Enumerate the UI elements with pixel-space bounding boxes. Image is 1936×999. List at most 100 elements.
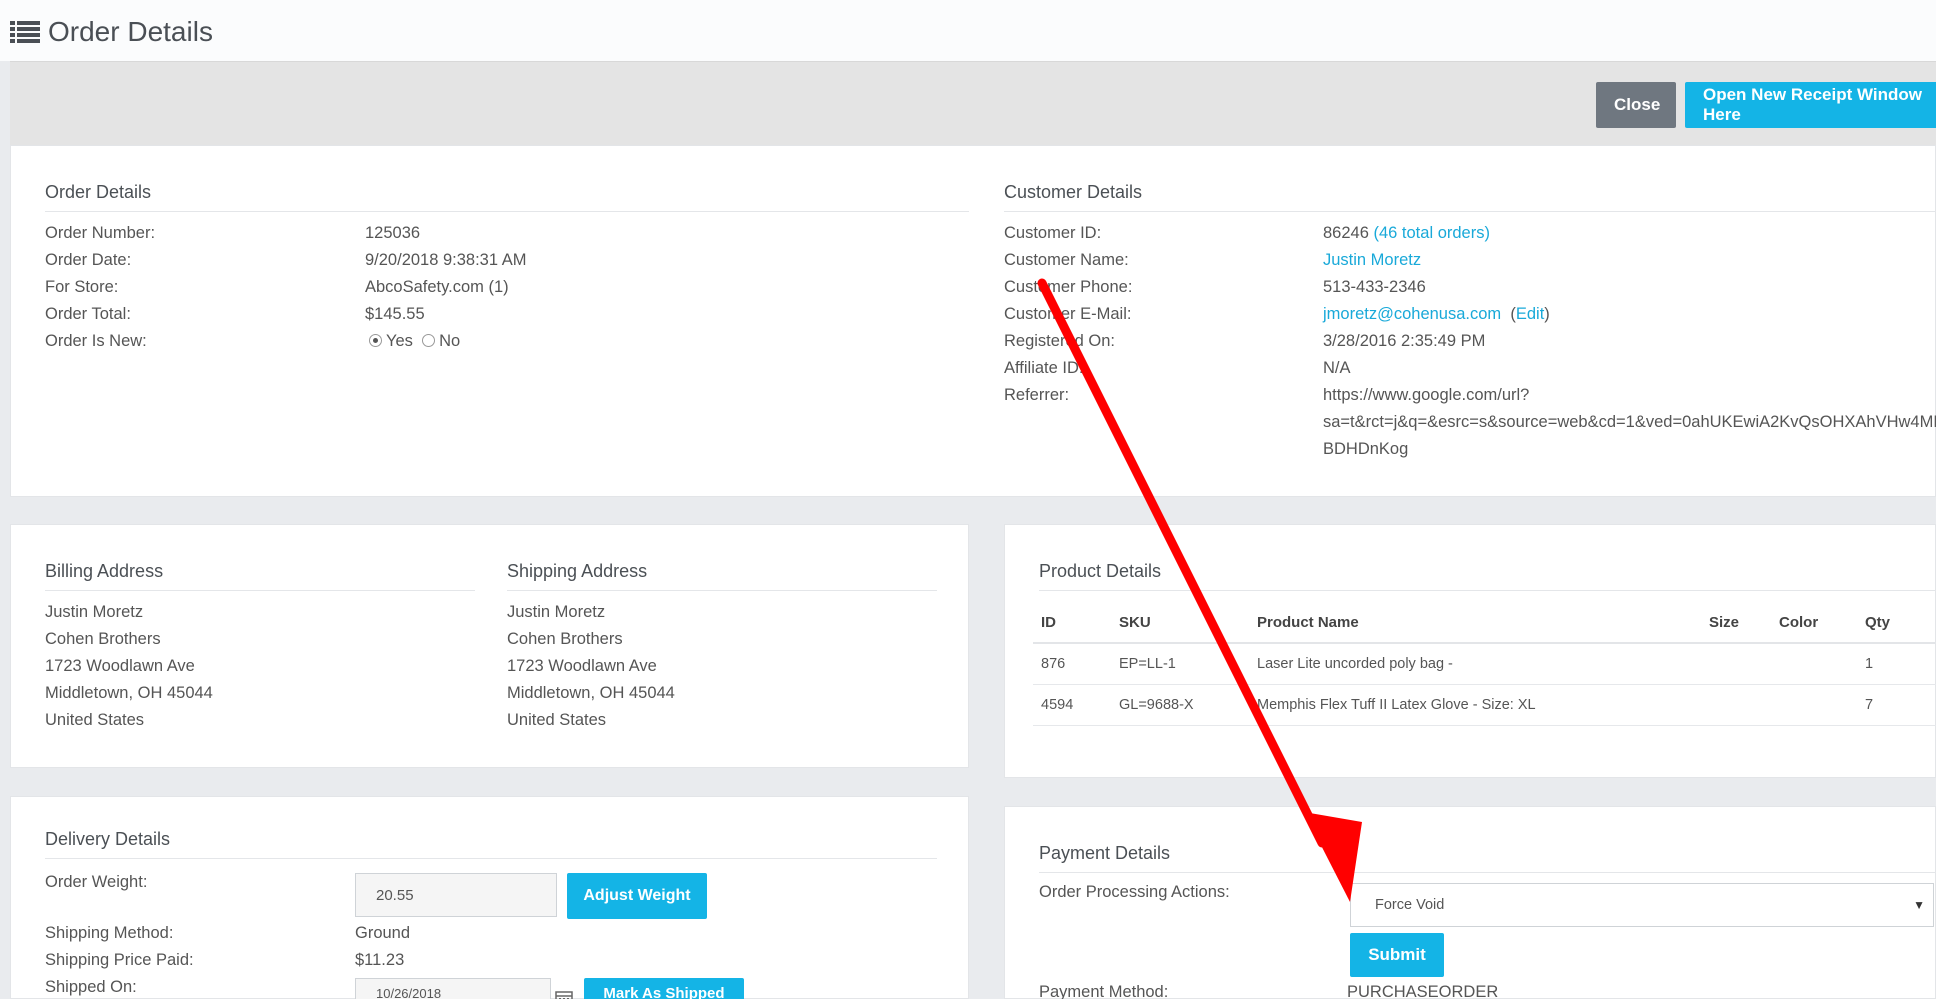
order-is-new-label: Order Is New: [45, 332, 147, 350]
column-header-product-name: Product Name [1249, 603, 1701, 644]
order-is-new-radios: Yes No [369, 332, 460, 351]
shipping-line: Middletown, OH 45044 [507, 684, 675, 702]
affiliate-id-label: Affiliate ID: [1004, 359, 1084, 377]
customer-id-label: Customer ID: [1004, 224, 1102, 242]
payment-method-label: Payment Method: [1039, 983, 1169, 999]
close-button[interactable]: Close [1596, 82, 1676, 128]
top-bar: Order Details [0, 0, 1936, 61]
order-number-label: Order Number: [45, 224, 156, 242]
cell-sku: GL=9688-X [1111, 684, 1249, 726]
order-number-value: 125036 [365, 224, 421, 242]
mark-as-shipped-button[interactable]: Mark As Shipped [584, 978, 744, 999]
customer-email-label: Customer E-Mail: [1004, 305, 1132, 323]
chevron-down-icon: ▼ [1913, 898, 1925, 912]
column-header-id: ID [1033, 603, 1111, 644]
customer-name-label: Customer Name: [1004, 251, 1129, 269]
customer-id-value: 86246 (46 total orders) [1323, 224, 1490, 243]
customer-name-link[interactable]: Justin Moretz [1323, 251, 1421, 270]
referrer-line-2: sa=t&rct=j&q=&esrc=s&source=web&cd=1&ved… [1323, 413, 1936, 431]
order-total-value: $145.55 [365, 305, 425, 323]
referrer-line-1: https://www.google.com/url? [1323, 386, 1530, 404]
billing-line: Cohen Brothers [45, 630, 161, 648]
customer-phone-value: 513-433-2346 [1323, 278, 1426, 296]
order-weight-label: Order Weight: [45, 873, 148, 891]
submit-button[interactable]: Submit [1350, 933, 1444, 977]
cell-size [1701, 684, 1771, 726]
cell-id: 4594 [1033, 684, 1111, 726]
order-date-label: Order Date: [45, 251, 132, 269]
delivery-panel: Delivery Details Order Weight: Adjust We… [10, 796, 969, 999]
order-processing-actions-label: Order Processing Actions: [1039, 883, 1230, 901]
table-header-row: ID SKU Product Name Size Color Qty [1033, 603, 1936, 644]
order-date-value: 9/20/2018 9:38:31 AM [365, 251, 527, 269]
product-panel: Product Details ID SKU Product Name Size… [1004, 524, 1936, 778]
shipped-on-label: Shipped On: [45, 978, 137, 996]
no-radio[interactable] [422, 334, 436, 347]
customer-details-title: Customer Details [1004, 182, 1936, 212]
billing-line: United States [45, 711, 145, 729]
cell-color [1771, 643, 1857, 685]
action-bar: Close Open New Receipt Window Here [10, 61, 1936, 145]
affiliate-id-value: N/A [1323, 359, 1351, 377]
cell-color [1771, 684, 1857, 726]
edit-email-link[interactable]: Edit [1516, 305, 1544, 323]
shipping-line: Justin Moretz [507, 603, 606, 621]
payment-method-value: PURCHASEORDER [1347, 983, 1499, 999]
no-label: No [439, 332, 461, 350]
customer-email-link[interactable]: jmoretz@cohenusa.com [1323, 305, 1501, 323]
order-details-title: Order Details [45, 182, 969, 212]
column-header-sku: SKU [1111, 603, 1249, 644]
shipping-method-value: Ground [355, 924, 411, 942]
list-icon [10, 21, 40, 43]
address-panel: Billing Address Justin Moretz Cohen Brot… [10, 524, 969, 768]
for-store-value: AbcoSafety.com (1) [365, 278, 509, 296]
payment-panel: Payment Details Order Processing Actions… [1004, 806, 1936, 999]
selected-action: Force Void [1375, 897, 1445, 913]
column-header-size: Size [1701, 603, 1771, 644]
table-row: 876 EP=LL-1 Laser Lite uncorded poly bag… [1033, 643, 1936, 685]
shipped-on-input[interactable] [355, 978, 551, 999]
shipping-line: United States [507, 711, 607, 729]
edit-close-paren: ) [1544, 305, 1550, 323]
customer-id-number: 86246 [1323, 224, 1369, 242]
registered-on-label: Registered On: [1004, 332, 1115, 350]
customer-phone-label: Customer Phone: [1004, 278, 1133, 296]
order-weight-input[interactable] [355, 873, 557, 917]
page-title: Order Details [10, 14, 213, 50]
cell-product-name: Laser Lite uncorded poly bag - [1249, 643, 1701, 685]
shipping-address-title: Shipping Address [507, 561, 937, 591]
total-orders-link[interactable]: (46 total orders) [1373, 224, 1489, 242]
shipping-line: Cohen Brothers [507, 630, 623, 648]
shipping-method-label: Shipping Method: [45, 924, 174, 942]
cell-id: 876 [1033, 643, 1111, 685]
order-total-label: Order Total: [45, 305, 131, 323]
table-row: 4594 GL=9688-X Memphis Flex Tuff II Late… [1033, 684, 1936, 726]
billing-line: Justin Moretz [45, 603, 144, 621]
cell-product-name: Memphis Flex Tuff II Latex Glove - Size:… [1249, 684, 1701, 726]
billing-line: Middletown, OH 45044 [45, 684, 213, 702]
yes-radio[interactable] [369, 334, 382, 347]
for-store-label: For Store: [45, 278, 119, 296]
billing-line: 1723 Woodlawn Ave [45, 657, 195, 675]
column-header-color: Color [1771, 603, 1857, 644]
referrer-label: Referrer: [1004, 386, 1070, 404]
billing-address-title: Billing Address [45, 561, 475, 591]
cell-sku: EP=LL-1 [1111, 643, 1249, 685]
page-title-text: Order Details [48, 16, 213, 47]
open-receipt-button[interactable]: Open New Receipt Window Here [1685, 82, 1936, 128]
order-processing-actions-select[interactable]: Force Void ▼ [1350, 883, 1934, 927]
product-details-title: Product Details [1039, 561, 1936, 591]
adjust-weight-button[interactable]: Adjust Weight [567, 873, 707, 919]
cell-qty: 1 [1857, 643, 1936, 685]
column-header-qty: Qty [1857, 603, 1936, 644]
registered-on-value: 3/28/2016 2:35:49 PM [1323, 332, 1486, 350]
delivery-details-title: Delivery Details [45, 829, 937, 859]
customer-email-value: jmoretz@cohenusa.com (Edit) [1323, 305, 1550, 324]
shipping-price-value: $11.23 [355, 951, 405, 969]
shipping-price-label: Shipping Price Paid: [45, 951, 194, 969]
calendar-icon[interactable] [555, 990, 573, 999]
yes-label: Yes [386, 332, 413, 350]
cell-qty: 7 [1857, 684, 1936, 726]
order-customer-panel: Order Details Order Number: 125036 Order… [10, 145, 1936, 497]
shipping-line: 1723 Woodlawn Ave [507, 657, 657, 675]
